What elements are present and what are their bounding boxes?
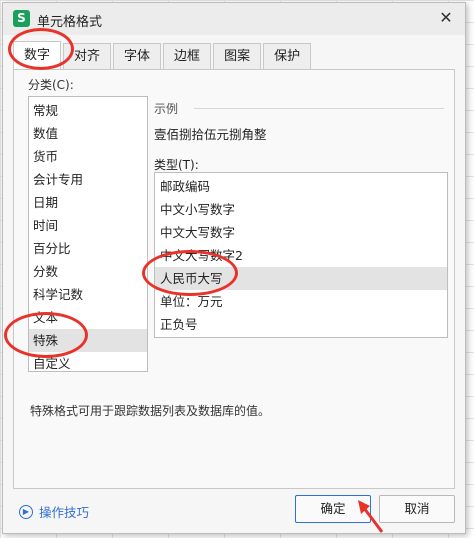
category-item[interactable]: 时间 (29, 214, 147, 237)
type-item[interactable]: 中文大写数字 (155, 221, 447, 244)
type-item[interactable]: 中文大写数字2 (155, 244, 447, 267)
tab-border[interactable]: 边框 (163, 43, 212, 69)
category-item-selected[interactable]: 特殊 (29, 329, 147, 352)
type-item[interactable]: 单位：万元 (155, 290, 447, 313)
dialog-title: 单元格格式 (37, 15, 103, 30)
category-item[interactable]: 常规 (29, 99, 147, 122)
preview-divider (194, 108, 444, 109)
category-list[interactable]: 常规 数值 货币 会计专用 日期 时间 百分比 分数 科学记数 文本 特殊 自定… (28, 96, 148, 372)
type-label: 类型(T): (154, 158, 199, 172)
preview-label: 示例 (154, 102, 179, 116)
tab-number[interactable]: 数字 (13, 41, 62, 69)
category-item[interactable]: 货币 (29, 145, 147, 168)
tab-bar: 数字 对齐 字体 边框 图案 保护 (13, 41, 313, 69)
tab-alignment[interactable]: 对齐 (63, 43, 112, 69)
close-icon[interactable]: ✕ (435, 7, 457, 29)
annotation-arrow (358, 500, 384, 533)
category-item[interactable]: 数值 (29, 122, 147, 145)
type-item-selected[interactable]: 人民币大写 (155, 267, 447, 290)
tips-label: 操作技巧 (39, 505, 90, 520)
type-list[interactable]: 邮政编码 中文小写数字 中文大写数字 中文大写数字2 人民币大写 单位：万元 正… (154, 172, 448, 338)
category-item[interactable]: 科学记数 (29, 283, 147, 306)
play-circle-icon: ▶ (19, 504, 33, 519)
category-label: 分类(C): (28, 78, 74, 92)
tab-pattern[interactable]: 图案 (213, 43, 262, 69)
category-item[interactable]: 文本 (29, 306, 147, 329)
cancel-button[interactable]: 取消 (379, 495, 455, 523)
format-cells-dialog: S 单元格格式 ✕ 数字 对齐 字体 边框 图案 保护 分类(C): 常规 数值… (2, 2, 466, 534)
category-item[interactable]: 自定义 (29, 352, 147, 375)
title-bar: S 单元格格式 ✕ (3, 3, 465, 35)
type-item[interactable]: 邮政编码 (155, 175, 447, 198)
tips-link[interactable]: ▶ 操作技巧 (19, 502, 89, 521)
type-item[interactable]: 中文小写数字 (155, 198, 447, 221)
tab-font[interactable]: 字体 (113, 43, 162, 69)
category-item[interactable]: 日期 (29, 191, 147, 214)
preview-value: 壹佰捌拾伍元捌角整 (154, 127, 267, 142)
wps-app-icon: S (13, 10, 30, 27)
category-item[interactable]: 百分比 (29, 237, 147, 260)
tab-protection[interactable]: 保护 (263, 43, 312, 69)
type-item[interactable]: 正负号 (155, 313, 447, 336)
category-item[interactable]: 分数 (29, 260, 147, 283)
number-tab-panel: 分类(C): 常规 数值 货币 会计专用 日期 时间 百分比 分数 科学记数 文… (13, 69, 455, 489)
format-description: 特殊格式可用于跟踪数据列表及数据库的值。 (30, 404, 271, 418)
category-item[interactable]: 会计专用 (29, 168, 147, 191)
